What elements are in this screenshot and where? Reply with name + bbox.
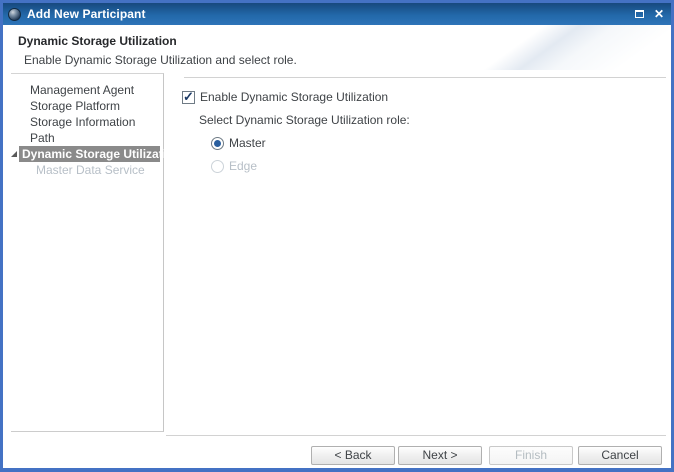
master-radio-button[interactable]: [211, 137, 224, 150]
role-radio-master-row: Master: [211, 136, 266, 150]
enable-dsu-checkbox[interactable]: ✓: [182, 91, 195, 104]
enable-dsu-checkbox-row: ✓ Enable Dynamic Storage Utilization: [182, 90, 388, 104]
sidebar-item-label: Dynamic Storage Utilization: [22, 147, 181, 161]
role-prompt-label: Select Dynamic Storage Utilization role:: [199, 113, 410, 127]
radio-dot: [214, 140, 221, 147]
content-top-divider: [184, 77, 666, 78]
wizard-steps-sidebar: Management Agent Storage Platform Storag…: [11, 73, 164, 432]
finish-button: Finish: [489, 446, 573, 465]
page-title: Dynamic Storage Utilization: [18, 34, 177, 48]
enable-dsu-checkbox-label: Enable Dynamic Storage Utilization: [200, 90, 388, 104]
sidebar-item-master-data-service: Master Data Service: [11, 162, 163, 178]
maximize-icon[interactable]: [635, 10, 644, 18]
window-title: Add New Participant: [27, 7, 635, 21]
title-bar: Add New Participant ✕: [3, 3, 671, 25]
wizard-dialog: Add New Participant ✕ Dynamic Storage Ut…: [0, 0, 674, 472]
tree-expander-icon[interactable]: [11, 151, 17, 157]
back-button[interactable]: < Back: [311, 446, 395, 465]
window-controls: ✕: [635, 8, 664, 20]
role-radio-edge-row: Edge: [211, 159, 257, 173]
sidebar-item-storage-information[interactable]: Storage Information: [11, 114, 163, 130]
sidebar-item-path[interactable]: Path: [11, 130, 163, 146]
edge-radio-button: [211, 160, 224, 173]
cancel-button[interactable]: Cancel: [578, 446, 662, 465]
master-radio-label: Master: [229, 136, 266, 150]
sidebar-item-dynamic-storage-utilization[interactable]: Dynamic Storage Utilization: [19, 146, 160, 162]
wizard-header: Dynamic Storage Utilization Enable Dynam…: [3, 25, 671, 70]
edge-radio-label: Edge: [229, 159, 257, 173]
close-icon[interactable]: ✕: [654, 8, 664, 20]
sidebar-item-management-agent[interactable]: Management Agent: [11, 82, 163, 98]
header-swoosh-decoration: [415, 25, 671, 70]
app-icon: [8, 8, 21, 21]
buttons-divider: [166, 435, 666, 436]
page-subtitle: Enable Dynamic Storage Utilization and s…: [24, 53, 297, 67]
sidebar-item-storage-platform[interactable]: Storage Platform: [11, 98, 163, 114]
next-button[interactable]: Next >: [398, 446, 482, 465]
